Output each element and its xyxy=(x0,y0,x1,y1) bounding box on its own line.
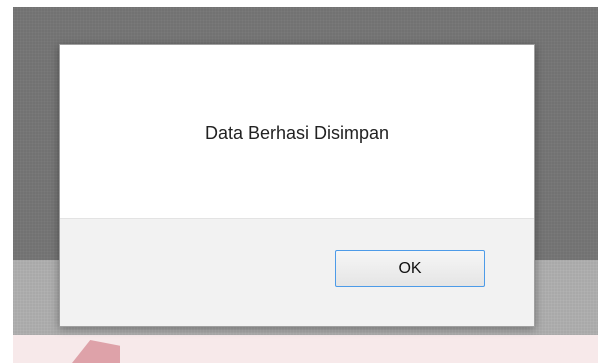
alert-dialog: Data Berhasi Disimpan OK xyxy=(59,44,535,327)
ok-button[interactable]: OK xyxy=(335,250,485,287)
dialog-message: Data Berhasi Disimpan xyxy=(204,123,390,143)
dialog-footer: OK xyxy=(60,218,534,326)
dialog-body: Data Berhasi Disimpan xyxy=(60,45,534,218)
